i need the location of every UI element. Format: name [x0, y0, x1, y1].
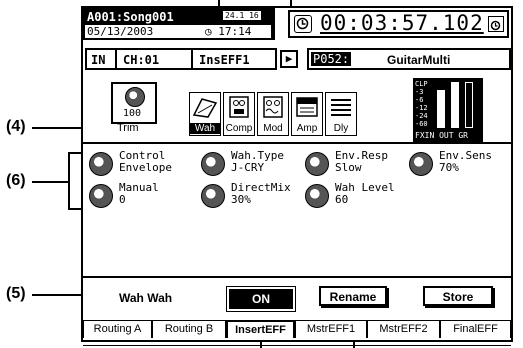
modulation-icon [263, 96, 283, 118]
meter-bar-fxin [437, 90, 445, 128]
clock-icon [294, 15, 312, 33]
time-of-day: ◷ 17:14 [205, 25, 252, 38]
knob-icon [201, 184, 225, 208]
knob-icon [89, 152, 113, 176]
callout-6-line [32, 181, 68, 183]
locked-icon [488, 16, 504, 32]
song-date: 05/13/2003 [87, 25, 154, 38]
channel-select[interactable]: CH:01 [123, 53, 159, 67]
preset-name: GuitarMulti [387, 53, 451, 67]
insert-select[interactable]: InsEFF1 [199, 53, 250, 67]
trim-knob-icon [125, 87, 145, 107]
tab-routing-b[interactable]: Routing B [152, 320, 226, 338]
fx-block-comp[interactable]: Comp [223, 92, 255, 136]
callout-6-bracket-bottom [68, 208, 82, 210]
fx-block-amp[interactable]: Amp [291, 92, 323, 136]
tab-routing-a[interactable]: Routing A [83, 320, 152, 338]
wah-pedal-icon [192, 98, 218, 118]
next-arrow-button[interactable]: ▶ [280, 50, 298, 68]
lcd-screen: A001:Song001 24.1 16 05/13/2003 ◷ 17:14 … [81, 6, 513, 346]
effect-on-button[interactable]: ON [229, 289, 293, 309]
time-counter[interactable]: 00:03:57.102 [288, 10, 509, 38]
effect-switch-row: Wah Wah ON [89, 287, 295, 313]
knob-icon [305, 184, 329, 208]
preset-number: P052: [311, 52, 352, 66]
callout-6-label: (6) [6, 172, 26, 189]
tab-final-eff[interactable]: FinalEFF [440, 320, 511, 338]
rename-button[interactable]: Rename [319, 286, 387, 306]
knob-icon [89, 184, 113, 208]
date-time-row: 05/13/2003 ◷ 17:14 [85, 25, 271, 38]
callout-5-label: (5) [6, 285, 26, 302]
preset-selector[interactable]: P052: GuitarMulti [307, 48, 511, 70]
tab-mstr-eff1[interactable]: MstrEFF1 [295, 320, 367, 338]
fx-block-mod[interactable]: Mod [257, 92, 289, 136]
effect-name: Wah Wah [119, 291, 173, 305]
delay-icon [331, 99, 351, 116]
counter-value: 00:03:57.102 [320, 11, 484, 35]
knob-icon [201, 152, 225, 176]
io-label[interactable]: IN [91, 53, 105, 67]
knob-icon [409, 152, 433, 176]
tab-mstr-eff2[interactable]: MstrEFF2 [367, 320, 440, 338]
store-button[interactable]: Store [423, 286, 493, 306]
fx-label-wah: Wah [190, 123, 220, 134]
fx-block-dly[interactable]: Dly [325, 92, 357, 136]
meter-labels: FXIN OUT GR [415, 131, 468, 140]
callout-4-label: (4) [6, 118, 26, 135]
compressor-icon [229, 96, 249, 118]
meter-bar-out [451, 82, 459, 128]
song-info-panel: A001:Song001 24.1 16 05/13/2003 ◷ 17:14 [83, 8, 275, 40]
format-badge: 24.1 16 [223, 11, 261, 20]
level-meter: CLP -3 -6 -12 -24 -60 FXIN OUT GR [413, 78, 483, 142]
tab-insert-eff[interactable]: InsertEFF [226, 320, 295, 338]
callout-6-bracket [68, 152, 70, 210]
channel-bar: IN CH:01 InsEFF1 [85, 48, 277, 70]
parameter-panel: Control Envelope Wah.Type J-CRY Env.Resp Sl… [83, 142, 511, 278]
amp-icon [296, 97, 318, 117]
song-name: A001:Song001 [87, 10, 174, 24]
meter-scale: CLP -3 -6 -12 -24 -60 [415, 80, 428, 128]
fx-label-dly: Dly [333, 123, 349, 134]
meter-bar-gr [465, 82, 473, 128]
callout-6-bracket-top [68, 152, 82, 154]
knob-icon [305, 152, 329, 176]
trim-label: Trim [117, 122, 139, 134]
fx-block-wah[interactable]: Wah [189, 92, 221, 136]
trim-control[interactable]: 100 [111, 82, 157, 124]
fx-label-comp: Comp [225, 123, 253, 134]
fx-label-amp: Amp [296, 123, 318, 134]
fx-label-mod: Mod [263, 123, 283, 134]
trim-value: 100 [123, 108, 142, 119]
